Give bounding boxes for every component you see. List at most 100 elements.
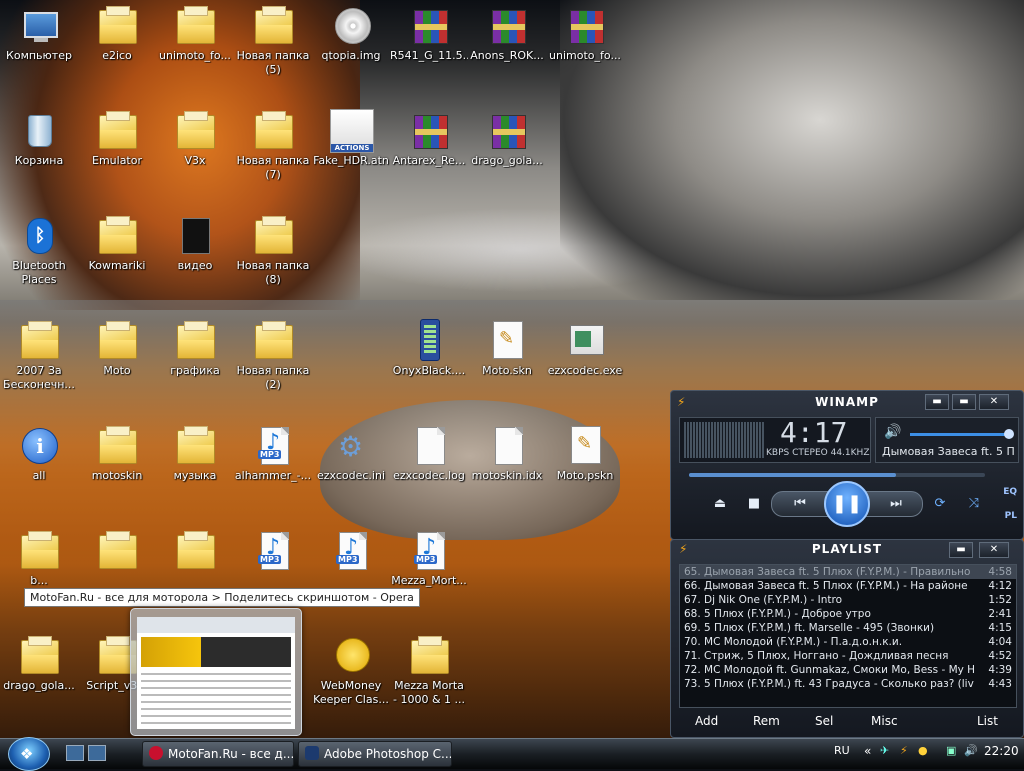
desktop-icon[interactable]: ♪ MP3 Mezza_Mort... — [390, 529, 468, 588]
tray-network-icon[interactable]: ▣ — [946, 744, 956, 757]
desktop-icon[interactable]: Новая папка (5) — [234, 4, 312, 77]
desktop-icon[interactable]: unimoto_fo... — [156, 4, 234, 63]
desktop-icon[interactable]: R541_G_11.5... — [390, 4, 468, 63]
clock[interactable]: 22:20 — [984, 744, 1019, 758]
desktop-icon[interactable]: drago_gola... — [0, 634, 78, 693]
winamp-minimize-button[interactable]: ▬ — [925, 394, 949, 410]
playlist-misc-button[interactable]: Misc — [871, 714, 898, 728]
desktop-icon[interactable]: Anons_ROK... — [468, 4, 546, 63]
desktop-icon[interactable]: ezxcodec.log — [390, 424, 468, 483]
shuffle-button[interactable]: ⤨ — [961, 494, 987, 514]
previous-button[interactable]: ⏮ — [787, 494, 813, 514]
desktop-icon[interactable]: 2007 За Бесконечн... — [0, 319, 78, 392]
desktop-icon[interactable]: Mezza Morta - 1000 & 1 ... — [390, 634, 468, 707]
playlist-item[interactable]: 70. МС Молодой (F.Y.P.M.) - П.а.д.о.н.к.… — [680, 635, 1016, 649]
desktop-icon[interactable]: Kowmariki — [78, 214, 156, 273]
desktop-icon[interactable]: Новая папка (2) — [234, 319, 312, 392]
track-title: 69. 5 Плюх (F.Y.P.M.) ft. Marselle - 495… — [684, 622, 935, 634]
volume-slider-knob[interactable] — [1004, 429, 1014, 439]
desktop-icon[interactable]: unimoto_fo... — [546, 4, 624, 63]
desktop-icon[interactable]: Moto.skn — [468, 319, 546, 378]
winamp-shade-button[interactable]: ▬ — [952, 394, 976, 410]
desktop-icon[interactable]: motoskin.idx — [468, 424, 546, 483]
desktop-icon[interactable]: Antarex_Re... — [390, 109, 468, 168]
document-icon — [486, 424, 528, 466]
playlist-item[interactable]: 69. 5 Плюх (F.Y.P.M.) ft. Marselle - 495… — [680, 621, 1016, 635]
playlist-remove-button[interactable]: Rem — [753, 714, 780, 728]
playlist-item[interactable]: 67. Dj Nik One (F.Y.P.M.) - Intro 1:52 — [680, 593, 1016, 607]
mp3-file-icon: ♪ MP3 — [252, 424, 294, 466]
show-desktop-icon[interactable] — [66, 745, 84, 761]
time-display[interactable]: 4:17 — [780, 416, 847, 449]
desktop-icon[interactable]: ezxcodec.exe — [546, 319, 624, 378]
playlist-item[interactable]: 71. Стриж, 5 Плюх, Ноггано - Дождливая п… — [680, 649, 1016, 663]
desktop-icon[interactable]: i all — [0, 424, 78, 483]
pause-button[interactable]: ❚❚ — [824, 481, 870, 527]
playlist-item[interactable]: 65. Дымовая Завеса ft. 5 Плюх (F.Y.P.M.)… — [680, 565, 1016, 579]
desktop-icon[interactable]: OnyxBlack.... — [390, 319, 468, 378]
desktop-icon[interactable]: ♪ MP3 alhammer_-... — [234, 424, 312, 483]
seek-bar[interactable] — [689, 473, 985, 477]
playlist-toggle[interactable]: PL — [1005, 511, 1017, 521]
playlist-item[interactable]: 66. Дымовая Завеса ft. 5 Плюх (F.Y.P.M.)… — [680, 579, 1016, 593]
speaker-icon[interactable]: 🔊 — [884, 424, 901, 440]
switch-windows-icon[interactable] — [88, 745, 106, 761]
playlist-item[interactable]: 68. 5 Плюх (F.Y.P.M.) - Доброе утро 2:41 — [680, 607, 1016, 621]
playlist-list-button[interactable]: List — [977, 714, 998, 728]
next-button[interactable]: ⏭ — [883, 494, 909, 514]
desktop-icon[interactable]: drago_gola... — [468, 109, 546, 168]
window-thumbnail-preview[interactable] — [130, 608, 302, 736]
tray-expand-icon[interactable]: « — [864, 744, 871, 758]
playlist-window[interactable]: ⚡ PLAYLIST ▬ ✕ 65. Дымовая Завеса ft. 5 … — [670, 539, 1024, 738]
playlist-close-button[interactable]: ✕ — [979, 542, 1009, 558]
desktop-icon[interactable]: Fake_HDR.atn — [312, 109, 390, 168]
desktop-icon-label: музыка — [173, 469, 217, 482]
desktop-icon[interactable]: ⚙ ezxcodec.ini — [312, 424, 390, 483]
desktop-icon[interactable]: Moto — [78, 319, 156, 378]
desktop-icon[interactable]: Новая папка (8) — [234, 214, 312, 287]
tray-winamp-icon[interactable]: ⚡ — [900, 744, 908, 757]
desktop-icon[interactable]: qtopia.img — [312, 4, 390, 63]
volume-slider[interactable] — [910, 433, 1008, 436]
start-button[interactable]: ❖ — [8, 737, 50, 771]
winamp-logo-icon[interactable]: ⚡ — [677, 395, 685, 409]
winamp-window[interactable]: WINAMP ⚡ ▬ ▬ ✕ 4:17 KBPS СТЕРЕО 44.1KHZ … — [670, 390, 1024, 540]
desktop-icon[interactable]: видео — [156, 214, 234, 273]
stop-button[interactable]: ■ — [741, 494, 767, 514]
playlist-list[interactable]: 65. Дымовая Завеса ft. 5 Плюх (F.Y.P.M.)… — [679, 564, 1017, 708]
playlist-item[interactable]: 73. 5 Плюх (F.Y.P.M.) ft. 43 Градуса - С… — [680, 677, 1016, 691]
desktop-icon[interactable]: ♪ MP3 — [234, 529, 312, 574]
desktop-icon[interactable]: Emulator — [78, 109, 156, 168]
tray-volume-icon[interactable]: 🔊 — [964, 744, 978, 757]
tray-app-icon[interactable]: ✈ — [880, 744, 889, 757]
tray-webmoney-icon[interactable]: ● — [918, 744, 928, 757]
eject-button[interactable]: ⏏ — [707, 494, 733, 514]
desktop-icon[interactable]: motoskin — [78, 424, 156, 483]
taskbar-button-photoshop[interactable]: Adobe Photoshop C... — [298, 741, 452, 767]
desktop-icon[interactable]: ♪ MP3 — [312, 529, 390, 574]
repeat-button[interactable]: ⟳ — [927, 494, 953, 514]
desktop-icon[interactable]: V3x — [156, 109, 234, 168]
desktop-icon[interactable]: Moto.pskn — [546, 424, 624, 483]
desktop-icon[interactable]: b... — [0, 529, 78, 588]
desktop-icon[interactable]: Корзина — [0, 109, 78, 168]
desktop-icon[interactable]: Новая папка (7) — [234, 109, 312, 182]
desktop-icon[interactable]: WebMoney Keeper Clas... — [312, 634, 390, 707]
visualizer[interactable] — [684, 422, 764, 458]
playlist-add-button[interactable]: Add — [695, 714, 718, 728]
winamp-close-button[interactable]: ✕ — [979, 394, 1009, 410]
playlist-select-button[interactable]: Sel — [815, 714, 833, 728]
desktop-icon[interactable]: графика — [156, 319, 234, 378]
desktop-icon-label: Mezza Morta - 1000 & 1 ... — [392, 679, 465, 706]
language-indicator[interactable]: RU — [834, 744, 850, 757]
taskbar-button-opera[interactable]: MotoFan.Ru - все д... — [142, 741, 294, 767]
desktop-icon[interactable]: e2ico — [78, 4, 156, 63]
playlist-shade-button[interactable]: ▬ — [949, 542, 973, 558]
desktop-icon[interactable]: Компьютер — [0, 4, 78, 63]
eq-toggle[interactable]: EQ — [1003, 487, 1017, 497]
desktop-icon[interactable]: ᛒ Bluetooth Places — [0, 214, 78, 287]
desktop-icon[interactable] — [156, 529, 234, 574]
desktop-icon[interactable]: музыка — [156, 424, 234, 483]
playlist-item[interactable]: 72. МС Молодой ft. Gunmakaz, Смоки Мо, B… — [680, 663, 1016, 677]
desktop-icon[interactable] — [78, 529, 156, 574]
